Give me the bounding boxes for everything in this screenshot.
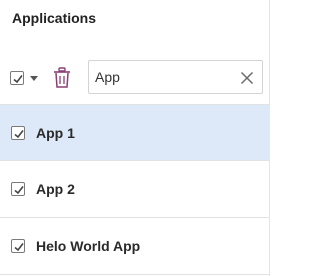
application-list: App 1 App 2 Helo World App bbox=[0, 104, 270, 275]
applications-panel: Applications App App 1 App 2 Helo World … bbox=[0, 0, 270, 276]
chevron-down-icon[interactable] bbox=[30, 76, 38, 81]
clear-search-button[interactable] bbox=[240, 71, 254, 85]
item-checkbox[interactable] bbox=[11, 182, 25, 196]
item-checkbox[interactable] bbox=[11, 126, 25, 140]
list-item-app-1[interactable]: App 1 bbox=[0, 104, 270, 161]
list-item-app-2[interactable]: App 2 bbox=[0, 161, 270, 218]
search-input[interactable] bbox=[95, 67, 235, 87]
checkmark-icon bbox=[14, 130, 24, 139]
search-box bbox=[88, 60, 263, 94]
checkmark-icon bbox=[14, 186, 24, 195]
delete-button[interactable] bbox=[52, 66, 72, 90]
item-label: App 1 bbox=[36, 125, 75, 141]
select-all-dropdown[interactable] bbox=[10, 68, 42, 88]
item-checkbox[interactable] bbox=[11, 239, 25, 253]
checkmark-icon bbox=[14, 243, 24, 252]
toolbar bbox=[0, 60, 270, 96]
item-label: App 2 bbox=[36, 181, 75, 197]
close-icon bbox=[240, 71, 254, 85]
trash-icon bbox=[54, 67, 70, 88]
list-item-helo-world-app[interactable]: Helo World App bbox=[0, 218, 270, 275]
item-label: Helo World App bbox=[36, 238, 141, 254]
select-all-checkbox[interactable] bbox=[10, 71, 24, 85]
panel-title: Applications bbox=[12, 10, 97, 26]
checkmark-icon bbox=[13, 75, 23, 84]
